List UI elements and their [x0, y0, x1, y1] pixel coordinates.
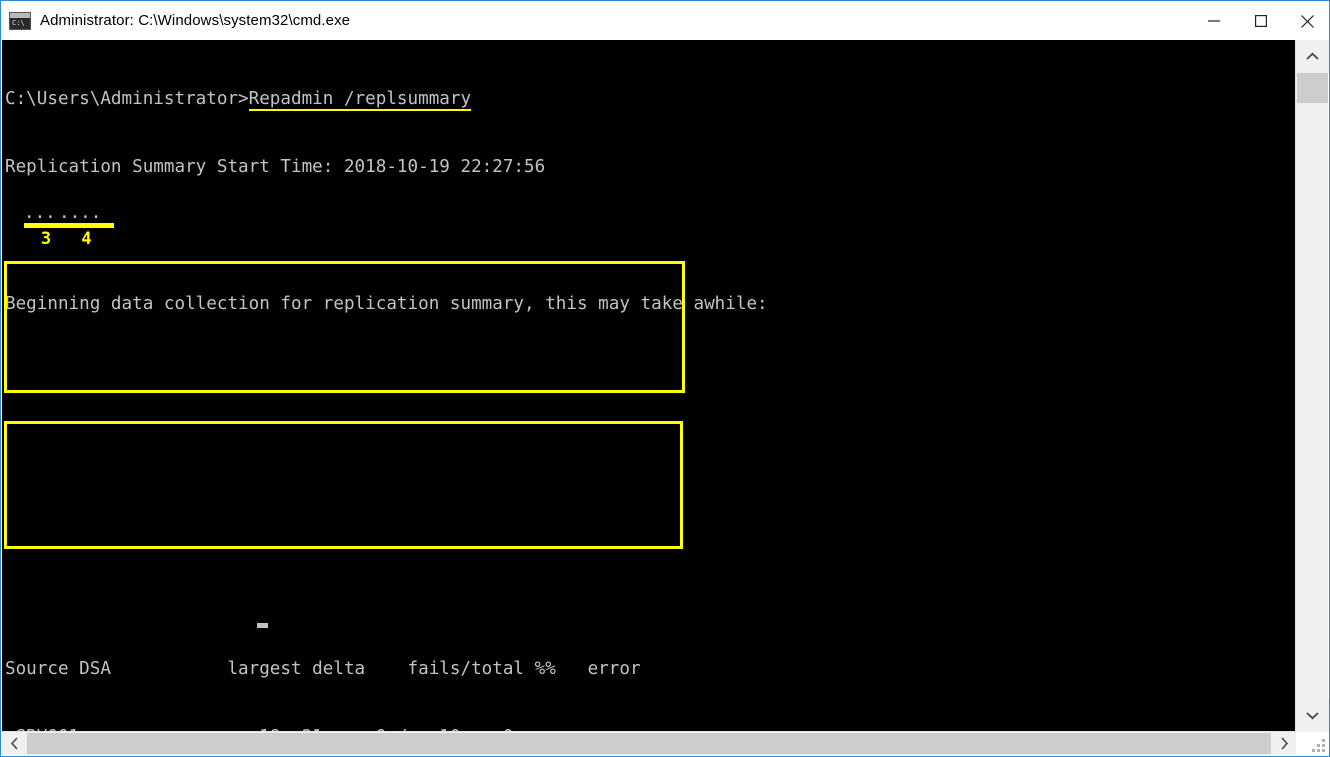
cmd-console-icon — [9, 11, 31, 30]
console-line-summary-start: Replication Summary Start Time: 2018-10-… — [5, 156, 546, 177]
progress-underline-bar — [59, 223, 114, 228]
vertical-scrollbar[interactable] — [1295, 40, 1329, 732]
window-title: Administrator: C:\Windows\system32\cmd.e… — [40, 12, 351, 29]
cmd-window: Administrator: C:\Windows\system32\cmd.e… — [0, 0, 1330, 757]
close-button[interactable] — [1284, 1, 1329, 41]
maximize-button[interactable] — [1237, 1, 1284, 41]
scroll-up-button[interactable] — [1296, 40, 1329, 73]
progress-annotation-label: 4 — [81, 229, 92, 249]
scroll-down-button[interactable] — [1296, 699, 1329, 732]
horizontal-scrollbar[interactable] — [2, 731, 1296, 755]
progress-dots-row: ... 3 .... 4 — [2, 203, 302, 251]
chevron-up-icon — [1306, 52, 1319, 60]
chevron-right-icon — [1280, 737, 1288, 750]
console-line-progress-dots — [5, 407, 768, 430]
close-icon — [1301, 14, 1314, 28]
console-line-command: C:\Users\Administrator>Repadmin /replsum… — [5, 88, 768, 111]
window-controls — [1190, 1, 1329, 41]
scroll-left-button[interactable] — [2, 732, 26, 755]
vertical-scrollbar-thumb[interactable] — [1297, 73, 1328, 103]
console-output-area[interactable]: C:\Users\Administrator>Repadmin /replsum… — [2, 40, 1296, 732]
horizontal-scrollbar-thumb[interactable] — [27, 733, 1271, 754]
minimize-icon — [1207, 20, 1220, 22]
chevron-down-icon — [1306, 712, 1319, 720]
progress-dots: .... — [59, 203, 102, 223]
console-line-progress-labels — [5, 475, 768, 498]
maximize-icon — [1254, 15, 1267, 27]
progress-dot-group: .... 4 — [59, 203, 114, 249]
resize-grip[interactable] — [1311, 738, 1327, 754]
prompt-text: C:\Users\Administrator> — [5, 88, 249, 109]
console-line-blank-2 — [5, 544, 768, 567]
title-bar[interactable]: Administrator: C:\Windows\system32\cmd.e… — [1, 0, 1329, 41]
command-text: Repadmin /replsummary — [248, 88, 472, 111]
source-table-header: Source DSA largest delta fails/total %% … — [5, 658, 641, 679]
minimize-button[interactable] — [1190, 1, 1237, 41]
scroll-right-button[interactable] — [1272, 732, 1296, 755]
text-cursor — [257, 623, 268, 628]
console-line-beginning: Beginning data collection for replicatio… — [5, 293, 768, 314]
chevron-left-icon — [10, 737, 18, 750]
console-text: C:\Users\Administrator>Repadmin /replsum… — [5, 42, 768, 732]
